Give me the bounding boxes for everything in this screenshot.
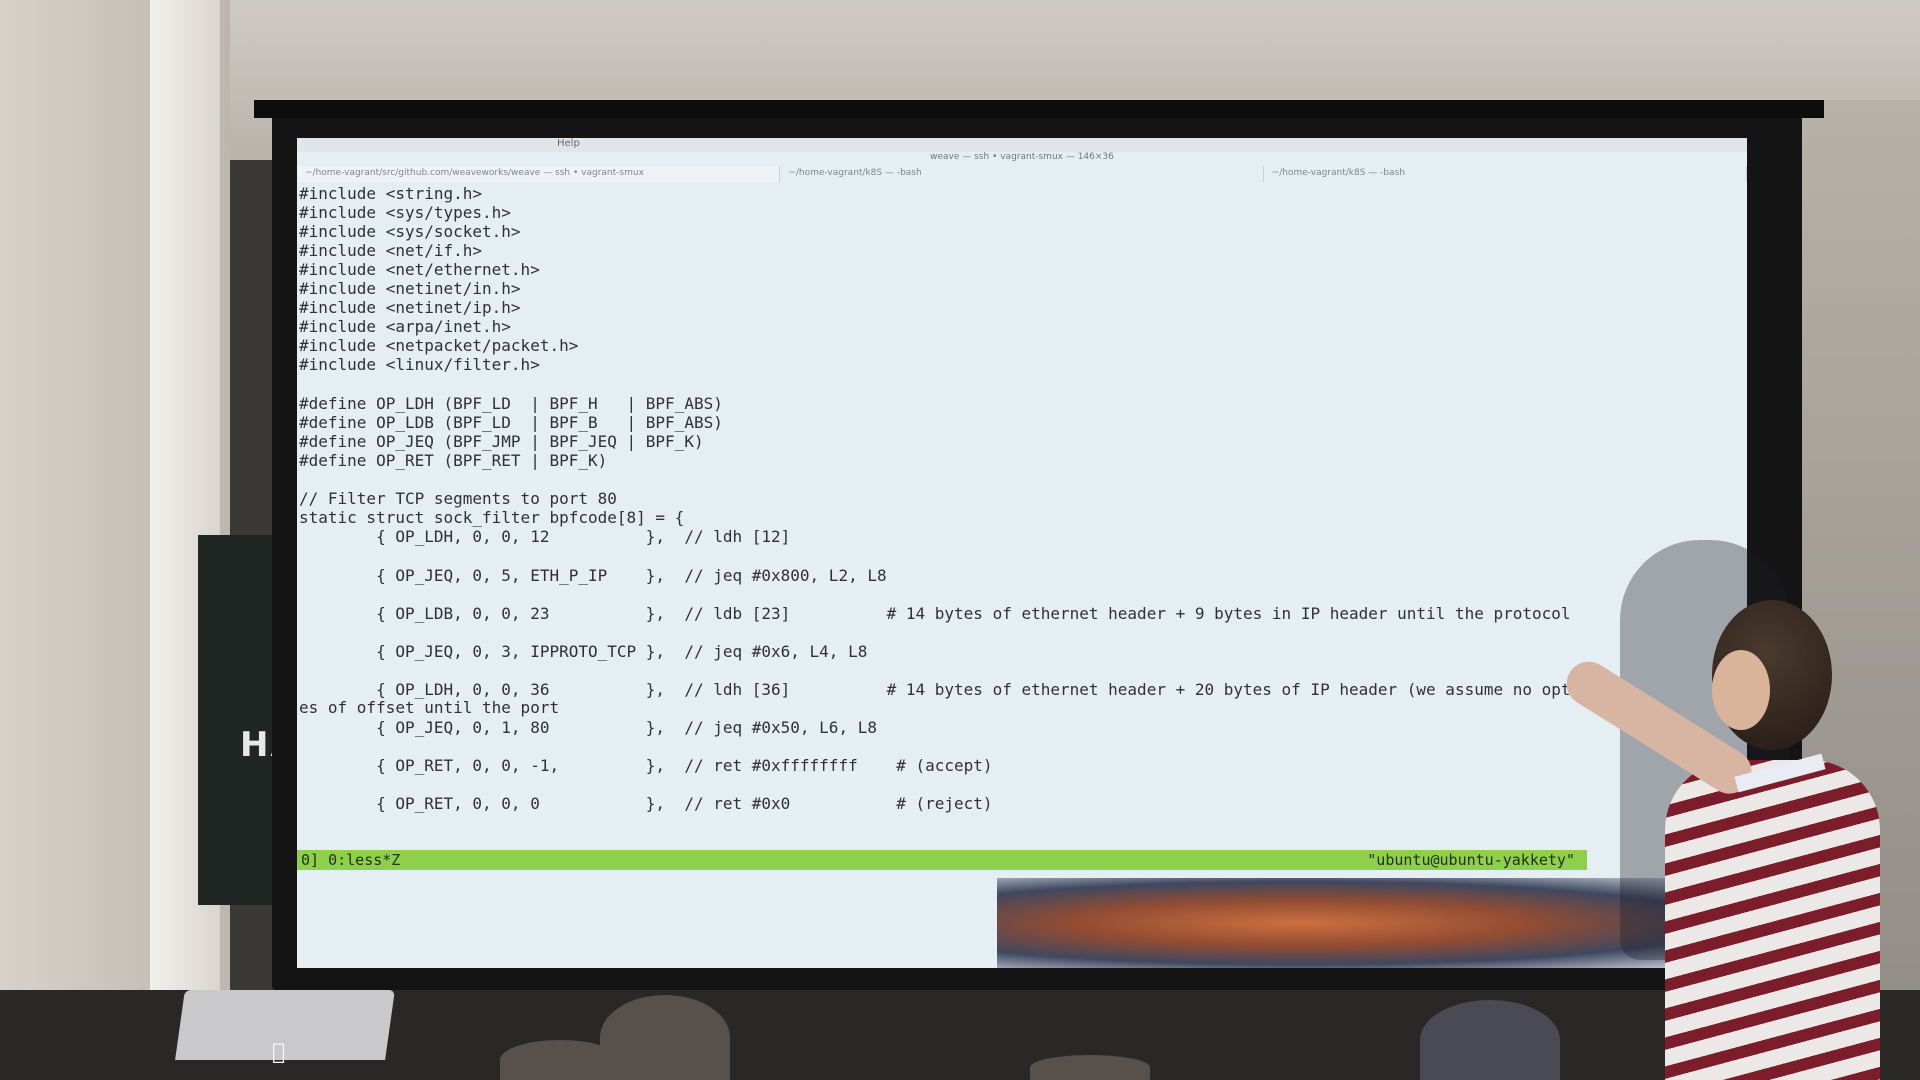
projected-desktop: Help weave — ssh • vagrant-smux — 146×36… xyxy=(297,138,1747,968)
audience-head xyxy=(500,1040,620,1080)
code-line: #include <string.h> xyxy=(299,184,483,203)
audience-head xyxy=(1420,1000,1560,1080)
tab-k8s-1[interactable]: ~/home-vagrant/k8S — -bash xyxy=(780,166,1264,182)
code-line: #include <net/ethernet.h> xyxy=(299,260,540,279)
presenter-striped-shirt xyxy=(1665,760,1880,1080)
code-line: #define OP_RET (BPF_RET | BPF_K) xyxy=(299,451,608,470)
terminal-code: #include <string.h> #include <sys/types.… xyxy=(299,184,1739,864)
code-line: #include <net/if.h> xyxy=(299,241,483,260)
tab-k8s-2[interactable]: ~/home-vagrant/k8S — -bash xyxy=(1264,166,1747,182)
code-line: { OP_RET, 0, 0, -1, }, // ret #0xfffffff… xyxy=(299,756,993,775)
code-line: #include <sys/types.h> xyxy=(299,203,511,222)
screen-top-bar xyxy=(254,100,1824,118)
code-line: { OP_JEQ, 0, 3, IPPROTO_TCP }, // jeq #0… xyxy=(299,642,868,661)
code-line: #define OP_JEQ (BPF_JMP | BPF_JEQ | BPF_… xyxy=(299,432,704,451)
apple-logo-icon:  xyxy=(272,1040,285,1065)
code-line: static struct sock_filter bpfcode[8] = { xyxy=(299,508,685,527)
tmux-host: "ubuntu@ubuntu-yakkety" xyxy=(1367,851,1575,869)
code-line: // Filter TCP segments to port 80 xyxy=(299,489,617,508)
code-line: { OP_LDH, 0, 0, 36 }, // ldh [36] # 14 b… xyxy=(299,680,1619,699)
code-line: #include <netinet/ip.h> xyxy=(299,298,521,317)
code-line: { OP_LDB, 0, 0, 23 }, // ldb [23] # 14 b… xyxy=(299,604,1571,623)
code-line: { OP_LDH, 0, 0, 12 }, // ldh [12] xyxy=(299,527,791,546)
code-line: #define OP_LDH (BPF_LD | BPF_H | BPF_ABS… xyxy=(299,394,723,413)
code-line: { OP_JEQ, 0, 5, ETH_P_IP }, // jeq #0x80… xyxy=(299,566,887,585)
code-line: #include <sys/socket.h> xyxy=(299,222,521,241)
presenter-face xyxy=(1712,650,1770,730)
code-line: es of offset until the port xyxy=(299,698,560,717)
code-line: #include <netinet/in.h> xyxy=(299,279,521,298)
code-line: #include <netpacket/packet.h> xyxy=(299,336,579,355)
terminal-title: weave — ssh • vagrant-smux — 146×36 xyxy=(930,152,1114,162)
code-line: { OP_JEQ, 0, 1, 80 }, // jeq #0x50, L6, … xyxy=(299,718,877,737)
code-line: #include <arpa/inet.h> xyxy=(299,317,511,336)
tmux-status-bar: 0] 0:less*Z "ubuntu@ubuntu-yakkety" xyxy=(297,850,1587,870)
code-line: { OP_RET, 0, 0, 0 }, // ret #0x0 # (reje… xyxy=(299,794,993,813)
code-line: #define OP_LDB (BPF_LD | BPF_B | BPF_ABS… xyxy=(299,413,723,432)
tab-weave[interactable]: ~/home-vagrant/src/github.com/weaveworks… xyxy=(297,166,781,182)
terminal-tabs: ~/home-vagrant/src/github.com/weaveworks… xyxy=(297,166,1747,182)
code-line: #include <linux/filter.h> xyxy=(299,355,540,374)
tmux-window-list: 0] 0:less*Z xyxy=(301,851,401,869)
os-menubar: Help xyxy=(297,138,1747,152)
audience-head xyxy=(1030,1055,1150,1080)
menu-help[interactable]: Help xyxy=(557,138,580,149)
